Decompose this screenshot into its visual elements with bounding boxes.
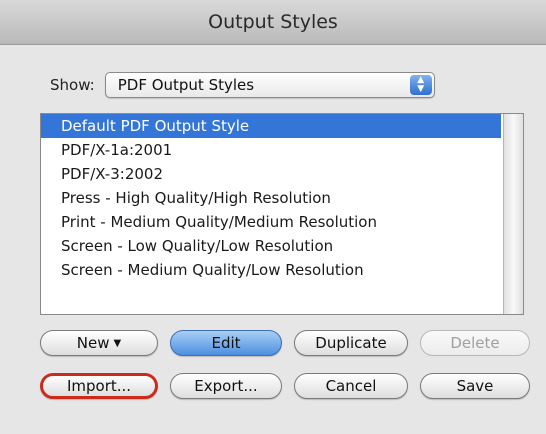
delete-button[interactable]: Delete — [420, 330, 530, 356]
show-popup[interactable]: PDF Output Styles ▲ ▼ — [104, 72, 435, 98]
save-button-label: Save — [456, 377, 494, 395]
new-button[interactable]: New ▼ — [40, 330, 158, 356]
title-bar: Output Styles — [0, 0, 546, 45]
cancel-button-label: Cancel — [325, 377, 377, 395]
list-item[interactable]: Screen - Medium Quality/Low Resolution — [41, 258, 501, 282]
cancel-button[interactable]: Cancel — [294, 373, 408, 399]
up-down-arrows-icon: ▲ ▼ — [409, 75, 432, 95]
button-row-top: New ▼ Edit Duplicate Delete — [40, 330, 530, 356]
output-styles-list[interactable]: Default PDF Output Style PDF/X-1a:2001 P… — [40, 113, 524, 315]
edit-button-label: Edit — [211, 334, 241, 352]
new-button-label: New — [76, 334, 110, 352]
button-row-bottom: Import... Export... Cancel Save — [40, 373, 530, 399]
list-item[interactable]: PDF/X-1a:2001 — [41, 138, 501, 162]
chevron-down-icon: ▼ — [113, 337, 122, 349]
window-title: Output Styles — [208, 11, 338, 33]
show-popup-value: PDF Output Styles — [117, 76, 255, 94]
list-item[interactable]: Default PDF Output Style — [41, 114, 501, 138]
export-button[interactable]: Export... — [170, 373, 282, 399]
vertical-scrollbar[interactable] — [503, 114, 523, 314]
list-item[interactable]: Press - High Quality/High Resolution — [41, 186, 501, 210]
output-styles-dialog: Output Styles Show: PDF Output Styles ▲ ▼… — [0, 0, 546, 434]
import-button-label: Import... — [66, 377, 132, 395]
duplicate-button-label: Duplicate — [315, 334, 387, 352]
import-button[interactable]: Import... — [40, 373, 158, 399]
show-label: Show: — [50, 76, 95, 94]
show-row: Show: PDF Output Styles ▲ ▼ — [50, 72, 435, 98]
duplicate-button[interactable]: Duplicate — [294, 330, 408, 356]
export-button-label: Export... — [194, 377, 258, 395]
delete-button-label: Delete — [450, 334, 500, 352]
list-item[interactable]: Screen - Low Quality/Low Resolution — [41, 234, 501, 258]
save-button[interactable]: Save — [420, 373, 530, 399]
list-item[interactable]: Print - Medium Quality/Medium Resolution — [41, 210, 501, 234]
edit-button[interactable]: Edit — [170, 330, 282, 356]
list-item[interactable]: PDF/X-3:2002 — [41, 162, 501, 186]
